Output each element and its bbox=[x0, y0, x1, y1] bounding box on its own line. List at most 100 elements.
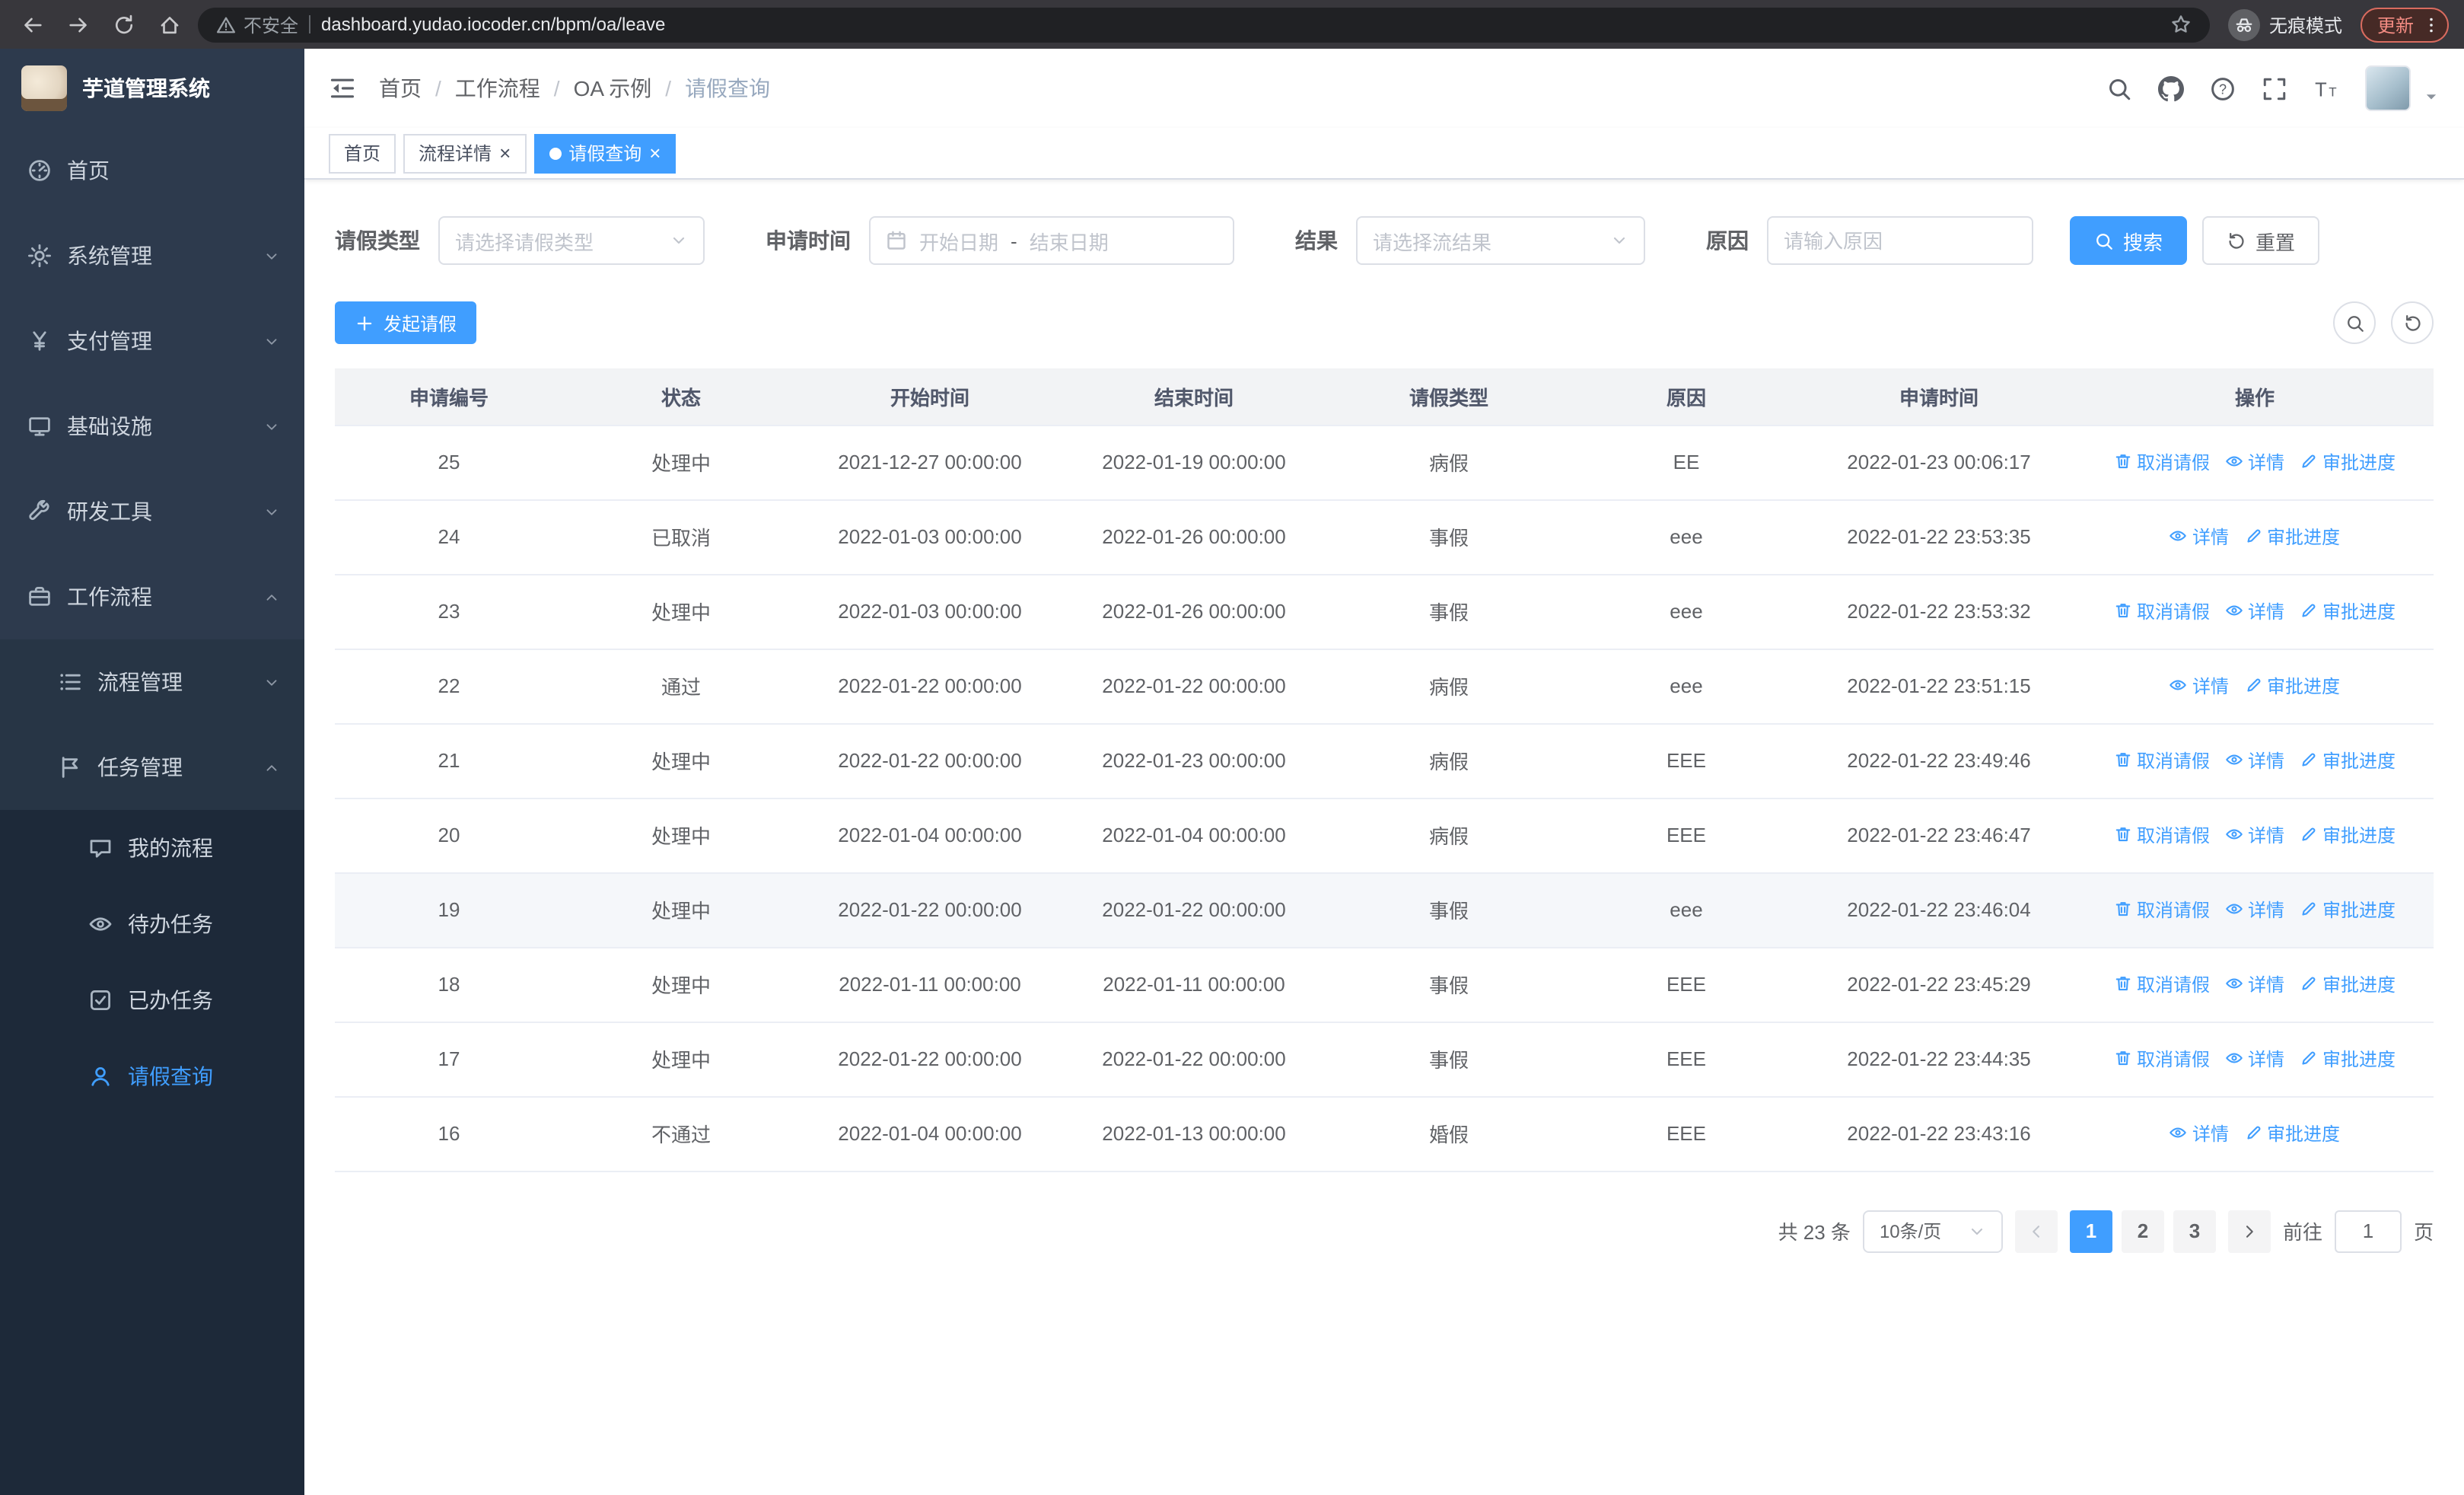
fullscreen-icon[interactable] bbox=[2262, 75, 2287, 101]
sidebar-item-task-management[interactable]: 任务管理 bbox=[0, 725, 304, 810]
tab-process-detail[interactable]: 流程详情 × bbox=[403, 133, 527, 173]
detail-action-button[interactable]: 详情 bbox=[2170, 524, 2229, 550]
detail-action-button[interactable]: 详情 bbox=[2225, 1046, 2284, 1072]
progress-action-button[interactable]: 审批进度 bbox=[2300, 971, 2396, 997]
sidebar-item-done-tasks[interactable]: 已办任务 bbox=[0, 962, 304, 1038]
table-cell: 2022-01-22 23:44:35 bbox=[1802, 1022, 2076, 1097]
breadcrumb-item[interactable]: 首页 bbox=[379, 73, 422, 104]
back-icon[interactable] bbox=[15, 8, 49, 41]
cancel-action-button[interactable]: 取消请假 bbox=[2114, 897, 2210, 923]
page-size-select[interactable]: 10条/页 bbox=[1862, 1210, 2003, 1252]
detail-action-button[interactable]: 详情 bbox=[2225, 971, 2284, 997]
sidebar-item-process-management[interactable]: 流程管理 bbox=[0, 639, 304, 725]
user-avatar[interactable] bbox=[2365, 65, 2411, 111]
reload-icon[interactable] bbox=[107, 8, 140, 41]
table-cell: EEE bbox=[1571, 723, 1802, 799]
range-separator: - bbox=[1011, 229, 1017, 252]
progress-action-button[interactable]: 审批进度 bbox=[2300, 897, 2396, 923]
github-icon[interactable] bbox=[2158, 75, 2184, 101]
tags-view: 首页 流程详情 × 请假查询 × bbox=[304, 128, 2464, 180]
table-cell: 2021-12-27 00:00:00 bbox=[799, 425, 1061, 500]
search-button[interactable]: 搜索 bbox=[2070, 216, 2188, 265]
detail-action-button[interactable]: 详情 bbox=[2170, 673, 2229, 699]
app-logo[interactable]: 芋道管理系统 bbox=[0, 49, 304, 128]
reason-input[interactable] bbox=[1767, 216, 2033, 265]
forward-icon[interactable] bbox=[61, 8, 94, 41]
close-icon[interactable]: × bbox=[649, 143, 661, 163]
create-leave-button[interactable]: 发起请假 bbox=[335, 301, 477, 344]
sidebar-item-home[interactable]: 首页 bbox=[0, 128, 304, 213]
action-label: 详情 bbox=[2247, 1048, 2284, 1070]
progress-action-button[interactable]: 审批进度 bbox=[2244, 673, 2340, 699]
url-bar[interactable]: 不安全 dashboard.yudao.iocoder.cn/bpm/oa/le… bbox=[198, 7, 2210, 42]
sidebar-menu: 首页 系统管理 支付管理 基础设施 研发工具 工作流程流程管理任务管理 我的流程 待办任务已办… bbox=[0, 128, 304, 1495]
tab-leave-query[interactable]: 请假查询 × bbox=[533, 133, 676, 173]
page-size-value: 10条/页 bbox=[1879, 1221, 1942, 1242]
result-select[interactable]: 请选择流结果 bbox=[1356, 216, 1645, 265]
sidebar-item-my-process[interactable]: 我的流程 bbox=[0, 810, 304, 886]
detail-action-button[interactable]: 详情 bbox=[2225, 897, 2284, 923]
breadcrumb-item[interactable]: 工作流程 bbox=[455, 73, 540, 104]
sidebar-item-devtools[interactable]: 研发工具 bbox=[0, 469, 304, 554]
prev-page-button[interactable] bbox=[2014, 1210, 2058, 1252]
breadcrumb-item[interactable]: OA 示例 bbox=[574, 73, 652, 104]
sidebar-collapse-icon[interactable] bbox=[329, 75, 356, 102]
security-warning[interactable]: 不安全 bbox=[216, 11, 298, 37]
next-page-button[interactable] bbox=[2227, 1210, 2271, 1252]
table-cell: 处理中 bbox=[563, 947, 799, 1022]
page-1-button[interactable]: 1 bbox=[2069, 1210, 2112, 1252]
sidebar-item-label: 已办任务 bbox=[128, 988, 213, 1012]
progress-action-button[interactable]: 审批进度 bbox=[2300, 822, 2396, 848]
cancel-action-button[interactable]: 取消请假 bbox=[2114, 748, 2210, 773]
edit-icon bbox=[2244, 677, 2262, 695]
progress-action-button[interactable]: 审批进度 bbox=[2244, 524, 2340, 550]
bookmark-star-icon[interactable] bbox=[2170, 14, 2192, 35]
progress-action-button[interactable]: 审批进度 bbox=[2300, 1046, 2396, 1072]
progress-action-button[interactable]: 审批进度 bbox=[2244, 1120, 2340, 1146]
tab-home[interactable]: 首页 bbox=[329, 133, 396, 173]
table-cell: eee bbox=[1571, 649, 1802, 724]
font-size-icon[interactable]: TT bbox=[2313, 75, 2339, 101]
sidebar-item-label: 流程管理 bbox=[97, 670, 183, 694]
action-label: 审批进度 bbox=[2322, 824, 2396, 846]
close-icon[interactable]: × bbox=[499, 143, 511, 163]
detail-action-button[interactable]: 详情 bbox=[2225, 748, 2284, 773]
page-3-button[interactable]: 3 bbox=[2173, 1210, 2216, 1252]
reset-button[interactable]: 重置 bbox=[2202, 216, 2320, 265]
refresh-table-button[interactable] bbox=[2391, 301, 2434, 344]
progress-action-button[interactable]: 审批进度 bbox=[2300, 748, 2396, 773]
table-cell: 处理中 bbox=[563, 872, 799, 948]
sidebar-item-infrastructure[interactable]: 基础设施 bbox=[0, 384, 304, 469]
help-icon[interactable]: ? bbox=[2210, 75, 2236, 101]
detail-action-button[interactable]: 详情 bbox=[2225, 449, 2284, 475]
home-icon[interactable] bbox=[152, 8, 186, 41]
detail-action-button[interactable]: 详情 bbox=[2225, 822, 2284, 848]
user-caret-icon[interactable] bbox=[2423, 88, 2440, 111]
detail-action-button[interactable]: 详情 bbox=[2225, 598, 2284, 624]
progress-action-button[interactable]: 审批进度 bbox=[2300, 598, 2396, 624]
table-cell: 2022-01-22 23:51:15 bbox=[1802, 649, 2076, 724]
cancel-action-button[interactable]: 取消请假 bbox=[2114, 598, 2210, 624]
sidebar-item-system[interactable]: 系统管理 bbox=[0, 213, 304, 298]
cancel-action-button[interactable]: 取消请假 bbox=[2114, 1046, 2210, 1072]
goto-page-input[interactable] bbox=[2334, 1210, 2402, 1252]
progress-action-button[interactable]: 审批进度 bbox=[2300, 449, 2396, 475]
column-header: 请假类型 bbox=[1327, 368, 1571, 426]
sidebar-item-todo-tasks[interactable]: 待办任务 bbox=[0, 886, 304, 962]
cancel-action-button[interactable]: 取消请假 bbox=[2114, 822, 2210, 848]
page-2-button[interactable]: 2 bbox=[2121, 1210, 2164, 1252]
toggle-search-button[interactable] bbox=[2333, 301, 2376, 344]
sidebar-item-leave-query[interactable]: 请假查询 bbox=[0, 1038, 304, 1114]
cancel-action-button[interactable]: 取消请假 bbox=[2114, 971, 2210, 997]
table-cell: 处理中 bbox=[563, 798, 799, 873]
sidebar-item-workflow[interactable]: 工作流程 bbox=[0, 554, 304, 639]
cancel-action-button[interactable]: 取消请假 bbox=[2114, 449, 2210, 475]
search-icon[interactable] bbox=[2106, 75, 2132, 101]
detail-action-button[interactable]: 详情 bbox=[2170, 1120, 2229, 1146]
browser-menu-icon[interactable] bbox=[2421, 14, 2441, 34]
update-button[interactable]: 更新 bbox=[2360, 7, 2449, 42]
sidebar-item-payment[interactable]: 支付管理 bbox=[0, 298, 304, 384]
leave-type-select[interactable]: 请选择请假类型 bbox=[438, 216, 705, 265]
apply-time-range-picker[interactable]: 开始日期 - 结束日期 bbox=[869, 216, 1234, 265]
view-icon bbox=[2170, 528, 2188, 546]
